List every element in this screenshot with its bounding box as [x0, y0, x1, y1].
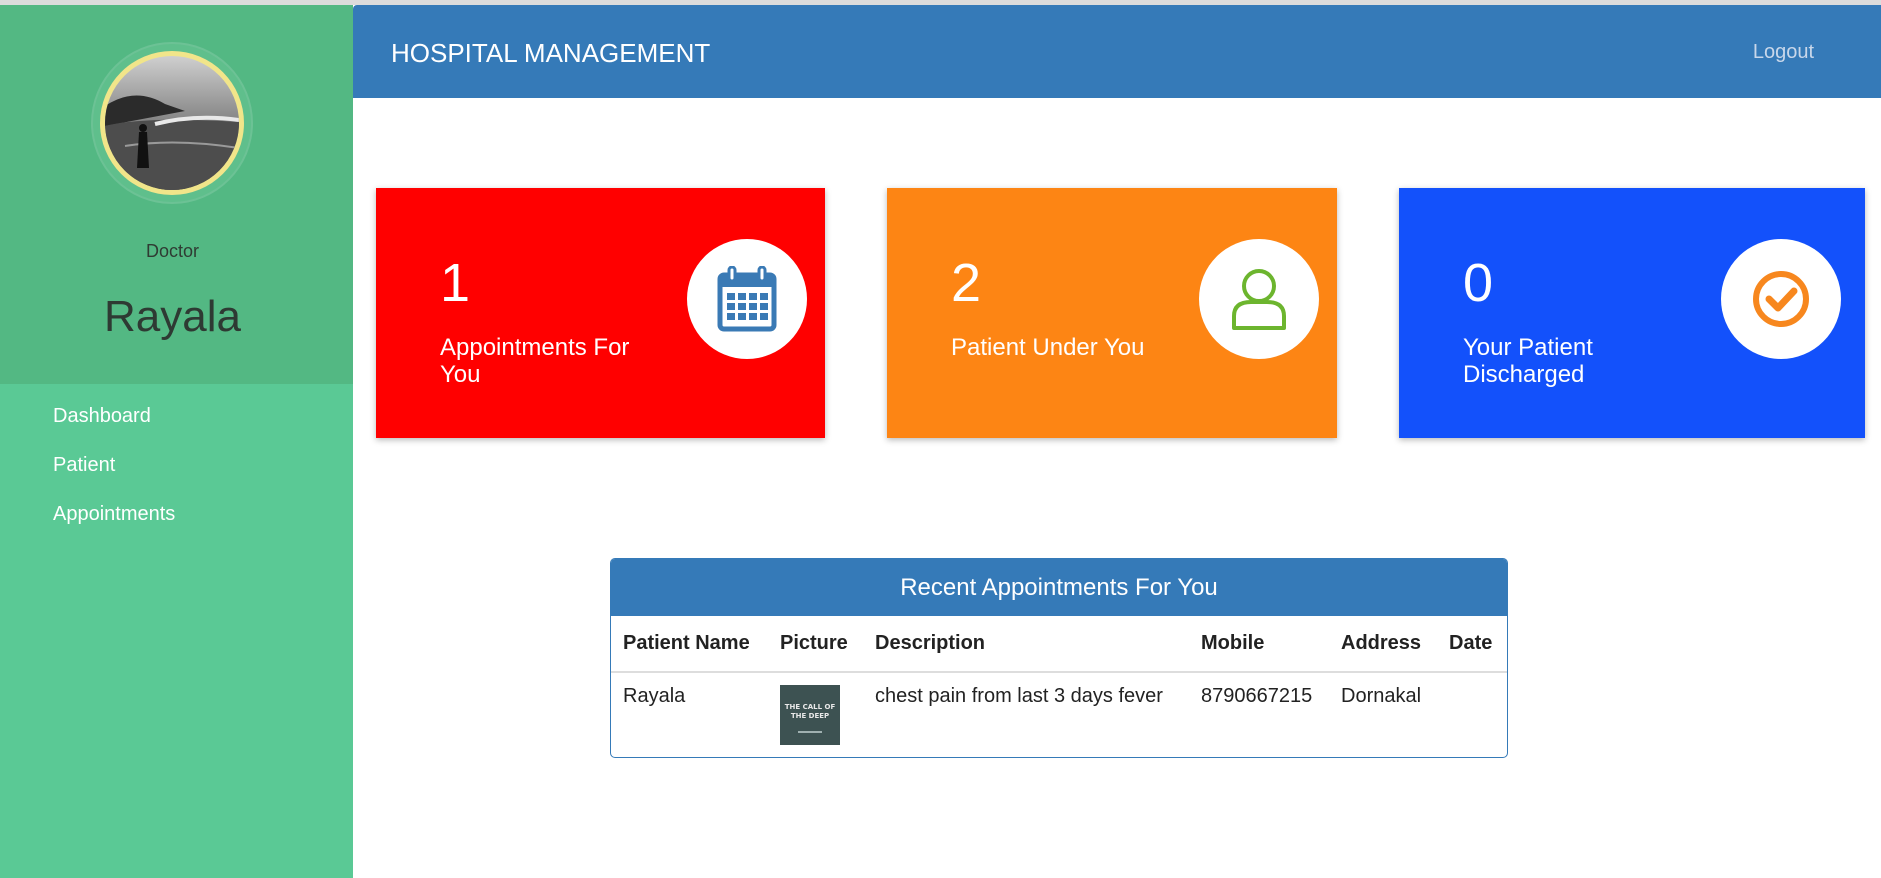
svg-text:THE DEEP: THE DEEP [791, 712, 829, 720]
col-description: Description [863, 616, 1189, 673]
profile-panel: Doctor Rayala [0, 5, 353, 384]
user-role: Doctor [145, 241, 199, 261]
sidebar-nav: Dashboard Patient Appointments [53, 405, 175, 552]
col-address: Address [1329, 616, 1437, 673]
app-title: HOSPITAL MANAGEMENT [391, 38, 711, 68]
user-name: Rayala [104, 292, 241, 341]
cell-patient-name: Rayala [623, 685, 686, 707]
cell-picture: THE CALL OF THE DEEP [768, 672, 863, 757]
user-icon [1232, 269, 1286, 330]
table-row: Rayala THE CALL OF THE DEEP chest pain f… [611, 672, 1507, 757]
discharged-card: 0 Your Patient Discharged [1399, 188, 1865, 438]
sidebar-item-appointments[interactable]: Appointments [53, 503, 175, 552]
avatar [100, 51, 244, 195]
patients-card: 2 Patient Under You [887, 188, 1337, 438]
cell-description: chest pain from last 3 days fever [875, 685, 1163, 707]
recent-appointments-panel: Recent Appointments For You Patient Name… [610, 558, 1508, 758]
patient-picture: THE CALL OF THE DEEP [780, 685, 840, 745]
sidebar: Doctor Rayala Dashboard Patient Appointm… [0, 5, 353, 878]
col-date: Date [1437, 616, 1507, 673]
appointments-label: Appointments For You [440, 334, 630, 388]
discharged-label: Your Patient Discharged [1463, 334, 1593, 388]
appointments-card: 1 Appointments For You [376, 188, 825, 438]
appointments-icon-circle [687, 239, 807, 359]
sidebar-item-dashboard[interactable]: Dashboard [53, 405, 175, 454]
cell-mobile: 8790667215 [1201, 685, 1313, 707]
sidebar-item-patient[interactable]: Patient [53, 454, 175, 503]
avatar-ring [93, 44, 251, 202]
cell-address: Dornakal [1341, 685, 1422, 707]
appointments-count: 1 [440, 253, 471, 313]
top-header: HOSPITAL MANAGEMENT Logout [353, 5, 1881, 98]
discharged-count: 0 [1463, 253, 1494, 313]
calendar-icon [717, 266, 777, 332]
patients-label: Patient Under You [951, 334, 1145, 361]
cell-date [1437, 672, 1507, 757]
check-circle-icon [1753, 271, 1809, 327]
panel-title: Recent Appointments For You [611, 559, 1507, 616]
col-picture: Picture [768, 616, 863, 673]
table-header-row: Patient Name Picture Description Mobile … [611, 616, 1507, 673]
col-mobile: Mobile [1189, 616, 1329, 673]
logout-link[interactable]: Logout [1753, 41, 1814, 64]
discharged-icon-circle [1721, 239, 1841, 359]
svg-text:THE CALL OF: THE CALL OF [785, 703, 836, 711]
avatar-photo [105, 56, 239, 190]
col-patient-name: Patient Name [611, 616, 768, 673]
appointments-table: Patient Name Picture Description Mobile … [611, 616, 1507, 757]
patients-count: 2 [951, 253, 982, 313]
patients-icon-circle [1199, 239, 1319, 359]
